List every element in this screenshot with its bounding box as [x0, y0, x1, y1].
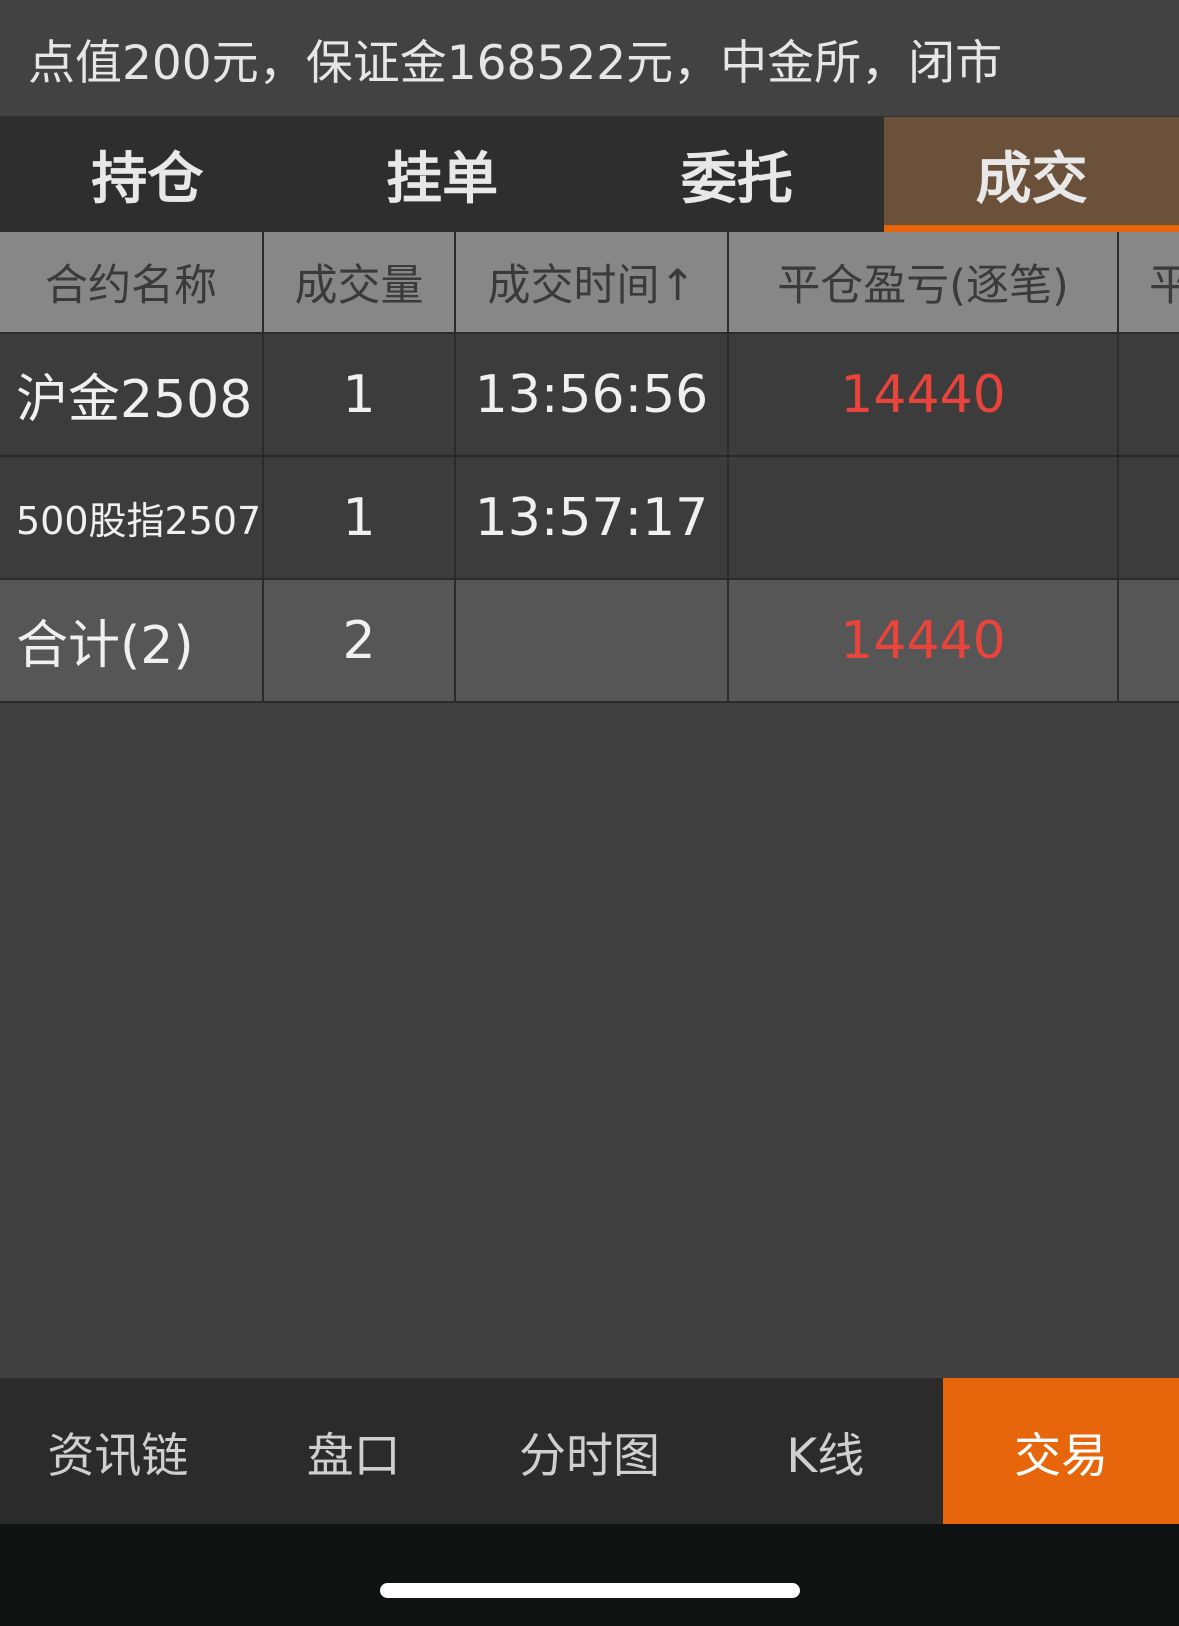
tab-pending-orders[interactable]: 挂单	[295, 117, 590, 232]
cell-total-volume: 2	[264, 580, 456, 703]
contract-info-bar: 点值200元，保证金168522元，中金所，闭市	[0, 0, 1179, 117]
table-header-row: 合约名称 成交量 成交时间↑ 平仓盈亏(逐笔) 平	[0, 232, 1179, 334]
system-home-area	[0, 1524, 1179, 1626]
cell-trade-time: 13:57:17	[456, 457, 729, 580]
column-header-close-pnl[interactable]: 平仓盈亏(逐笔)	[729, 232, 1119, 334]
column-header-truncated[interactable]: 平	[1119, 232, 1179, 334]
table-row[interactable]: 沪金2508 1 13:56:56 14440	[0, 334, 1179, 457]
nav-intraday-chart[interactable]: 分时图	[472, 1378, 708, 1524]
contract-info-text: 点值200元，保证金168522元，中金所，闭市	[28, 35, 1003, 91]
bottom-nav: 资讯链 盘口 分时图 K线 交易	[0, 1378, 1179, 1524]
nav-order-book[interactable]: 盘口	[236, 1378, 472, 1524]
nav-trade[interactable]: 交易	[943, 1378, 1179, 1524]
trades-table: 合约名称 成交量 成交时间↑ 平仓盈亏(逐笔) 平 沪金2508 1 13:56…	[0, 232, 1179, 703]
cell-volume: 1	[264, 457, 456, 580]
column-header-volume[interactable]: 成交量	[264, 232, 456, 334]
cell-total-label: 合计(2)	[0, 580, 264, 703]
nav-kline[interactable]: K线	[707, 1378, 943, 1524]
column-header-time[interactable]: 成交时间↑	[456, 232, 729, 334]
cell-volume: 1	[264, 334, 456, 457]
nav-news-chain[interactable]: 资讯链	[0, 1378, 236, 1524]
tab-bar: 持仓 挂单 委托 成交	[0, 117, 1179, 232]
cell-contract-name: 500股指2507	[0, 457, 264, 580]
table-row[interactable]: 500股指2507 1 13:57:17	[0, 457, 1179, 580]
cell-trade-time: 13:56:56	[456, 334, 729, 457]
app-root: 点值200元，保证金168522元，中金所，闭市 持仓 挂单 委托 成交 合约名…	[0, 0, 1179, 1626]
tab-orders[interactable]: 委托	[590, 117, 885, 232]
cell-total-time	[456, 580, 729, 703]
cell-truncated	[1119, 457, 1179, 580]
cell-close-pnl: 14440	[729, 334, 1119, 457]
home-indicator[interactable]	[380, 1583, 800, 1598]
table-total-row: 合计(2) 2 14440	[0, 580, 1179, 703]
cell-total-pnl: 14440	[729, 580, 1119, 703]
cell-truncated	[1119, 334, 1179, 457]
tab-trades[interactable]: 成交	[884, 117, 1179, 232]
column-header-contract[interactable]: 合约名称	[0, 232, 264, 334]
cell-truncated	[1119, 580, 1179, 703]
cell-contract-name: 沪金2508	[0, 334, 264, 457]
tab-positions[interactable]: 持仓	[0, 117, 295, 232]
cell-close-pnl	[729, 457, 1119, 580]
